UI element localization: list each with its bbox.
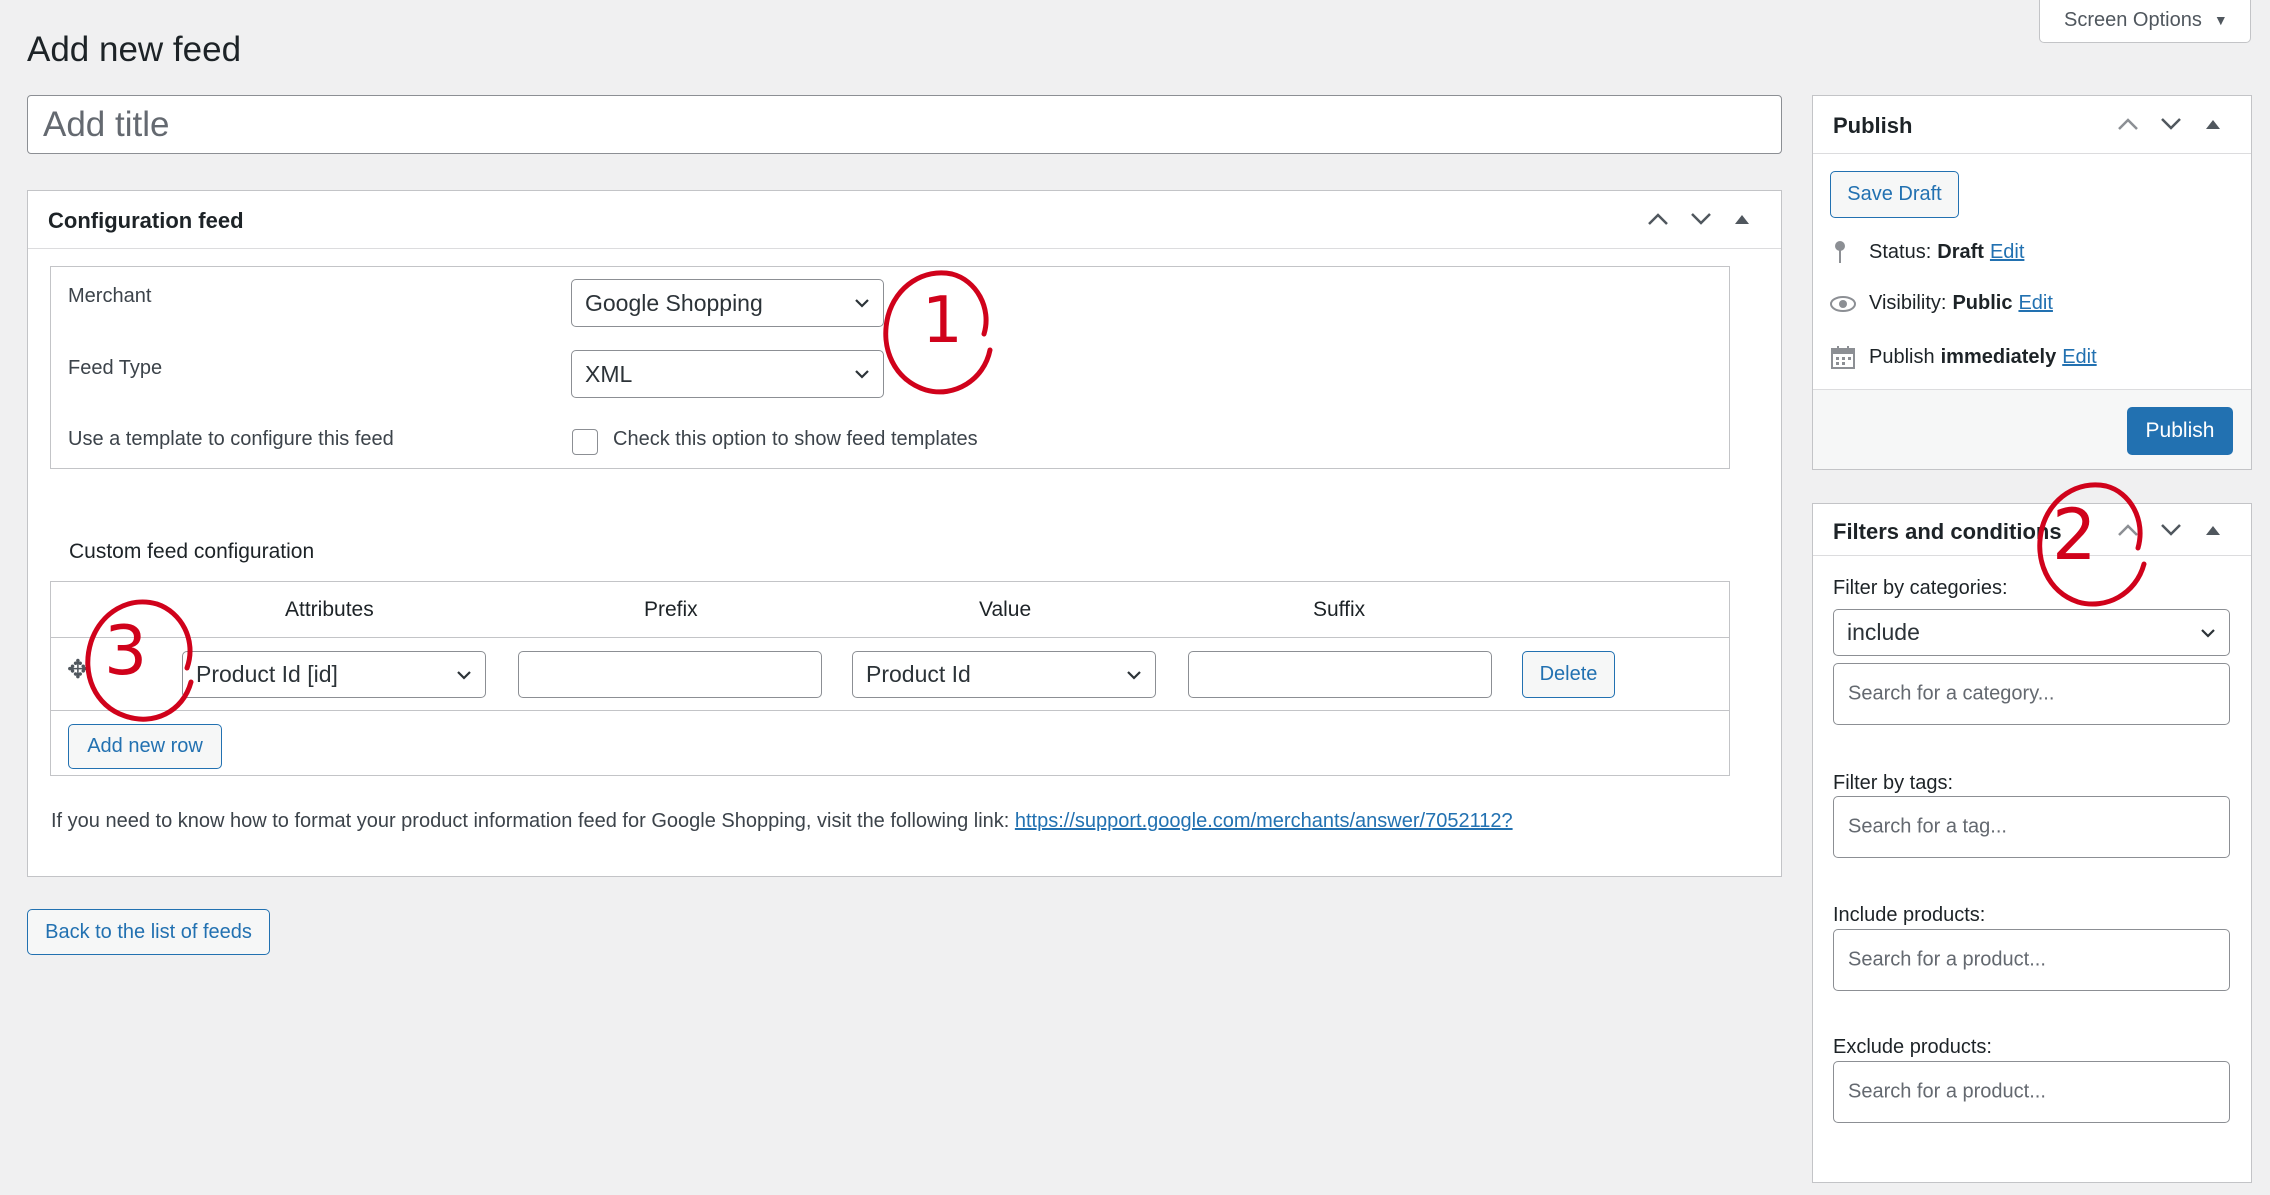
configuration-header: Configuration feed [28,191,1781,249]
page-title: Add new feed [27,30,242,69]
configuration-title: Configuration feed [48,208,244,233]
pin-icon [1835,241,1845,263]
publish-time-value: immediately [1940,345,2057,368]
edit-publish-time-link[interactable]: Edit [2062,346,2096,369]
status-value: Draft [1937,240,1984,263]
eye-icon [1830,295,1856,312]
category-search-input[interactable]: Search for a category... [1833,663,2230,725]
exclude-products-placeholder: Search for a product... [1848,1080,2046,1103]
collapse-toggle-icon[interactable] [2205,118,2221,130]
status-label: Status: [1869,240,1932,263]
suffix-input[interactable] [1188,651,1492,698]
template-checkbox-label[interactable]: Check this option to show feed templates [613,428,978,451]
include-products-input[interactable]: Search for a product... [1833,929,2230,991]
chevron-up-icon[interactable] [2116,116,2140,132]
value-value: Product Id [866,661,971,687]
screen-options-button[interactable]: Screen Options ▼ [2039,0,2251,43]
visibility-value: Public [1952,292,2013,314]
include-products-placeholder: Search for a product... [1848,948,2046,971]
prefix-input[interactable] [518,651,822,698]
categories-label: Filter by categories: [1833,577,2008,599]
merchant-label: Merchant [68,285,152,307]
drag-handle-icon[interactable]: ✥ [67,654,89,685]
publish-button[interactable]: Publish [2127,407,2233,455]
column-header-value: Value [979,598,1032,621]
delete-row-button[interactable]: Delete [1522,651,1615,698]
basic-config-box: Merchant Google Shopping Feed Type XML U… [50,266,1730,469]
chevron-down-icon[interactable] [2159,522,2183,538]
visibility-row: Visibility: Public Edit [1830,292,2053,315]
edit-visibility-link[interactable]: Edit [2018,292,2052,315]
column-header-attributes: Attributes [285,598,374,621]
template-checkbox[interactable] [572,429,598,455]
chevron-down-icon [2201,628,2215,638]
exclude-products-input[interactable]: Search for a product... [1833,1061,2230,1123]
chevron-down-icon [457,670,471,680]
merchant-select[interactable]: Google Shopping [571,279,884,327]
feed-type-select[interactable]: XML [571,350,884,398]
include-products-label: Include products: [1833,904,1986,926]
back-to-feeds-button[interactable]: Back to the list of feeds [27,909,270,955]
chevron-up-icon[interactable] [1646,211,1670,227]
title-placeholder: Add title [43,104,170,144]
visibility-label: Visibility: [1869,292,1947,314]
chevron-down-icon [855,299,869,308]
chevron-up-icon[interactable] [2116,522,2140,538]
filters-title: Filters and conditions [1833,519,2062,544]
help-link[interactable]: https://support.google.com/merchants/ans… [1015,810,1513,832]
attribute-value: Product Id [id] [196,661,338,687]
table-row: ✥ Product Id [id] Product Id Delete [51,638,1729,711]
help-text: If you need to know how to format your p… [51,810,1513,833]
custom-config-title: Custom feed configuration [69,540,315,563]
column-header-suffix: Suffix [1313,598,1366,621]
add-new-row-button[interactable]: Add new row [68,724,222,769]
edit-status-link[interactable]: Edit [1990,241,2024,264]
category-search-placeholder: Search for a category... [1848,682,2055,705]
exclude-products-label: Exclude products: [1833,1036,1992,1058]
publish-header: Publish [1813,96,2251,154]
custom-config-table: Attributes Prefix Value Suffix ✥ Product… [50,581,1730,776]
status-row: Status: Draft Edit [1830,239,2024,265]
feed-type-value: XML [585,360,633,387]
merchant-value: Google Shopping [585,289,763,316]
categories-mode-value: include [1847,619,1920,645]
tag-search-input[interactable]: Search for a tag... [1833,796,2230,858]
feed-type-label: Feed Type [68,357,163,379]
chevron-down-icon [855,370,869,379]
value-select[interactable]: Product Id [852,651,1156,698]
publish-actions: Publish [1813,389,2251,469]
publish-panel: Publish Save Draft Status: Draft Edit Vi… [1812,95,2252,470]
calendar-icon [1831,346,1855,369]
collapse-toggle-icon[interactable] [2205,524,2221,536]
filters-panel: Filters and conditions Filter by categor… [1812,503,2252,1183]
title-input[interactable]: Add title [27,95,1782,154]
attribute-select[interactable]: Product Id [id] [182,651,486,698]
column-header-prefix: Prefix [644,598,698,621]
save-draft-button[interactable]: Save Draft [1830,171,1959,218]
publish-time-row: Publish immediately Edit [1830,344,2097,370]
chevron-down-icon[interactable] [1689,211,1713,227]
categories-mode-select[interactable]: include [1833,609,2230,656]
collapse-toggle-icon[interactable] [1734,213,1750,225]
caret-down-icon: ▼ [2213,12,2228,28]
chevron-down-icon[interactable] [2159,116,2183,132]
screen-options-label: Screen Options [2064,8,2202,31]
publish-title: Publish [1833,113,1913,138]
table-header-row: Attributes Prefix Value Suffix [51,582,1729,638]
publish-time-label: Publish [1869,345,1935,368]
filters-header: Filters and conditions [1813,504,2251,556]
template-label: Use a template to configure this feed [68,428,394,450]
chevron-down-icon [1127,670,1141,680]
tags-label: Filter by tags: [1833,772,1954,794]
tag-search-placeholder: Search for a tag... [1848,815,2007,838]
configuration-panel: Configuration feed Merchant Google Shopp… [27,190,1782,877]
help-text-label: If you need to know how to format your p… [51,810,1010,832]
